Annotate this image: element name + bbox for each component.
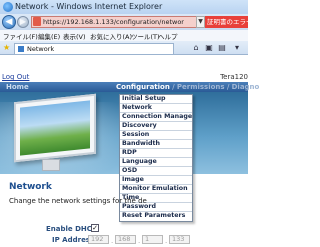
web-page: Log Out Tera120 Home Configuration / Per… [0, 55, 259, 247]
menu-favorites[interactable]: お気に入り(A) [90, 31, 132, 41]
nav-separator: / [226, 83, 230, 91]
address-bar-row: ◀ ▶ https://192.168.1.133/configuration/… [0, 14, 248, 30]
nav-separator: / [172, 83, 175, 91]
page-menu-icon[interactable]: ▾ [232, 43, 242, 53]
tab-network[interactable]: Network [14, 43, 174, 54]
ie-logo-icon [3, 2, 13, 12]
menu-item-monitor-emulation[interactable]: Monitor Emulation [120, 185, 192, 194]
menu-item-initial-setup[interactable]: Initial Setup [120, 95, 192, 104]
monitor-stand [42, 159, 60, 171]
menu-item-connection-management[interactable]: Connection Management [120, 113, 192, 122]
menu-item-bandwidth[interactable]: Bandwidth [120, 140, 192, 149]
menu-tools[interactable]: ツール(T) [131, 31, 160, 41]
menu-bar: ファイル(F) 編集(E) 表示(V) お気に入り(A) ツール(T) ヘルプ [0, 30, 248, 41]
menu-view[interactable]: 表示(V) [63, 31, 86, 41]
page-title: Network [9, 182, 52, 192]
nav-configuration[interactable]: Configuration [116, 83, 170, 91]
menu-file[interactable]: ファイル(F) [3, 31, 38, 41]
device-name: Tera120 [220, 73, 248, 81]
feeds-icon[interactable]: ▣ [204, 43, 214, 53]
dhcp-checkbox[interactable]: ✓ [91, 224, 99, 232]
url-dropdown-icon[interactable]: ▼ [196, 16, 205, 28]
ip-dot: . [138, 237, 141, 245]
logout-link[interactable]: Log Out [2, 73, 29, 81]
menu-edit[interactable]: 編集(E) [38, 31, 60, 41]
ip-dot: . [111, 237, 114, 245]
menu-item-rdp[interactable]: RDP [120, 149, 192, 158]
ip-octet-3-input[interactable]: 1 [142, 235, 163, 244]
forward-arrow-icon[interactable]: ▶ [17, 16, 29, 28]
breadcrumb: Configuration / Permissions / Diagno [116, 82, 259, 92]
window-title: Network - Windows Internet Explorer [15, 2, 163, 11]
nav-diagnostics[interactable]: Diagno [232, 83, 260, 91]
url-text: https://192.168.1.133/configuration/netw… [43, 18, 184, 26]
back-arrow-icon[interactable]: ◀ [2, 15, 16, 29]
ip-dot: . [165, 237, 168, 245]
tab-bar: ★ Network ⌂ ▣ ▤ ▾ [0, 41, 248, 55]
ip-octet-4-input[interactable]: 133 [169, 235, 190, 244]
favorites-star-icon[interactable]: ★ [3, 43, 10, 52]
menu-item-reset-parameters[interactable]: Reset Parameters [120, 212, 192, 221]
monitor-image [14, 93, 96, 163]
menu-help[interactable]: ヘルプ [158, 31, 178, 41]
main-nav-bar: Home Configuration / Permissions / Diagn… [0, 82, 259, 92]
ip-octet-1-input[interactable]: 192 [88, 235, 109, 244]
url-input[interactable]: https://192.168.1.133/configuration/netw… [31, 16, 198, 28]
security-shield-icon [33, 17, 41, 26]
home-icon[interactable]: ⌂ [191, 43, 201, 53]
nav-home[interactable]: Home [6, 82, 29, 92]
print-icon[interactable]: ▤ [217, 43, 227, 53]
menu-item-session[interactable]: Session [120, 131, 192, 140]
tab-label: Network [27, 45, 55, 53]
ip-octet-2-input[interactable]: 168 [115, 235, 136, 244]
menu-item-network[interactable]: Network [120, 104, 192, 113]
menu-item-osd[interactable]: OSD [120, 167, 192, 176]
certificate-error-button[interactable]: 証明書のエラー [205, 16, 248, 28]
menu-item-image[interactable]: Image [120, 176, 192, 185]
menu-item-language[interactable]: Language [120, 158, 192, 167]
page-favicon-icon [18, 46, 24, 52]
window-titlebar: Network - Windows Internet Explorer [0, 0, 248, 14]
monitor-screen [20, 100, 90, 156]
page-description: Change the network settings for the de [9, 197, 147, 205]
nav-permissions[interactable]: Permissions [177, 83, 225, 91]
menu-item-discovery[interactable]: Discovery [120, 122, 192, 131]
